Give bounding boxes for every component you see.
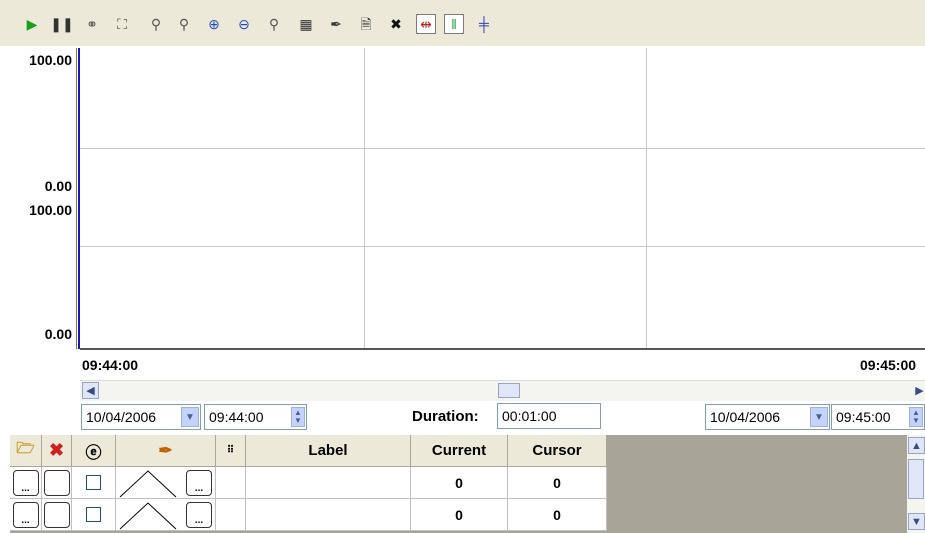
trend-plot[interactable] bbox=[0, 46, 925, 350]
label-cell[interactable] bbox=[246, 499, 411, 531]
current-cell: 0 bbox=[411, 467, 508, 499]
visible-checkbox[interactable] bbox=[86, 507, 101, 522]
end-date-value: 10/04/2006 bbox=[710, 409, 781, 425]
y-axis-marker bbox=[78, 48, 80, 349]
table-row[interactable]: ... bbox=[10, 499, 42, 531]
duration-value: 00:01:00 bbox=[502, 408, 557, 424]
pen-style-cell[interactable]: ... bbox=[116, 499, 216, 531]
scroll-down-icon[interactable]: ▼ bbox=[908, 513, 925, 530]
pen-style-button[interactable]: ... bbox=[186, 501, 212, 528]
y-min-label-lower: 0.00 bbox=[44, 326, 72, 342]
current-cell: 0 bbox=[411, 499, 508, 531]
delete-icon[interactable]: ✖ bbox=[386, 14, 406, 34]
format-icon[interactable]: ⠿ bbox=[216, 435, 246, 467]
line-style-icon bbox=[119, 501, 177, 529]
zoom-x-icon[interactable]: ⚲ bbox=[146, 14, 166, 34]
table-row[interactable] bbox=[42, 499, 72, 531]
visible-checkbox-cell[interactable] bbox=[72, 499, 116, 531]
chevron-down-icon[interactable]: ▼ bbox=[181, 407, 199, 427]
pen-style-button[interactable]: ... bbox=[186, 469, 212, 496]
x-start-label: 09:44:00 bbox=[82, 357, 139, 373]
pen-color-icon[interactable]: ✒ bbox=[116, 435, 216, 467]
zoom-area-icon[interactable]: ⛶ bbox=[112, 14, 132, 34]
play-icon[interactable]: ▶ bbox=[22, 14, 42, 34]
pen-style-cell[interactable]: ... bbox=[116, 467, 216, 499]
visible-checkbox[interactable] bbox=[86, 475, 101, 490]
pen-icon[interactable]: ✒ bbox=[326, 14, 346, 34]
zoom-y-icon[interactable]: ⚲ bbox=[174, 14, 194, 34]
pause-icon[interactable]: ❚❚ bbox=[50, 14, 73, 34]
scroll-right-icon[interactable]: ▶ bbox=[911, 382, 925, 399]
label-cell[interactable] bbox=[246, 467, 411, 499]
start-time-value: 09:44:00 bbox=[209, 409, 264, 425]
column-header-label[interactable]: Label bbox=[246, 435, 411, 467]
grid-line bbox=[646, 48, 647, 348]
scroll-left-icon[interactable]: ◀ bbox=[82, 382, 99, 399]
duration-label: Duration: bbox=[412, 408, 479, 425]
line-style-icon bbox=[119, 469, 177, 497]
grid-icon[interactable]: ▦ bbox=[296, 14, 316, 34]
grid-line bbox=[364, 48, 365, 348]
grid-line bbox=[80, 148, 925, 149]
format-cell[interactable] bbox=[216, 467, 246, 499]
x-end-label: 09:45:00 bbox=[860, 357, 917, 373]
duration-field[interactable]: 00:01:00 bbox=[497, 403, 601, 429]
browse-button[interactable]: ... bbox=[12, 501, 39, 528]
visibility-icon[interactable]: ⓔ bbox=[72, 435, 116, 467]
cursor-icon[interactable]: ‖ bbox=[444, 14, 464, 34]
spinner-icon[interactable]: ▲ ▼ bbox=[909, 407, 923, 427]
start-date-picker[interactable]: 10/04/2006 ▼ bbox=[81, 404, 201, 430]
toolbar: ▶ ❚❚ ⚭ ⛶ ⚲ ⚲ ⊕ ⊖ ⚲ ▦ ✒ 🗎 ✖ ⇹ ‖ ╪ bbox=[0, 0, 925, 46]
y-max-label-upper: 100.00 bbox=[29, 52, 72, 68]
cursor-cell: 0 bbox=[508, 467, 607, 499]
zoom-in-icon[interactable]: ⊕ bbox=[204, 14, 224, 34]
cursor-range-icon[interactable]: ⇹ bbox=[416, 14, 436, 34]
y-max-label-lower: 100.00 bbox=[29, 202, 72, 218]
column-header-current[interactable]: Current bbox=[411, 435, 508, 467]
y-min-label-upper: 0.00 bbox=[44, 178, 72, 194]
zoom-reset-icon[interactable]: ⚲ bbox=[264, 14, 284, 34]
zoom-out-icon[interactable]: ⊖ bbox=[234, 14, 254, 34]
cursor-cell: 0 bbox=[508, 499, 607, 531]
browse-button[interactable]: ... bbox=[12, 469, 39, 496]
start-time-spinner[interactable]: 09:44:00 ▲ ▼ bbox=[204, 404, 307, 430]
format-cell[interactable] bbox=[216, 499, 246, 531]
color-button[interactable] bbox=[43, 469, 70, 496]
y-axis-line bbox=[76, 48, 77, 349]
chevron-down-icon[interactable]: ▼ bbox=[810, 407, 828, 427]
table-row[interactable] bbox=[42, 467, 72, 499]
table-row[interactable]: ... bbox=[10, 467, 42, 499]
color-button[interactable] bbox=[43, 501, 70, 528]
end-time-spinner[interactable]: 09:45:00 ▲ ▼ bbox=[831, 404, 925, 430]
crosshair-icon[interactable]: ╪ bbox=[474, 14, 494, 34]
table-scrollbar[interactable]: ▲ ▼ bbox=[907, 435, 925, 533]
start-date-value: 10/04/2006 bbox=[86, 409, 157, 425]
time-scrollbar[interactable]: ◀ ▶ bbox=[80, 380, 925, 401]
column-header-cursor[interactable]: Cursor bbox=[508, 435, 607, 467]
delete-icon[interactable]: ✖ bbox=[42, 435, 72, 467]
open-folder-icon[interactable]: 🗁 bbox=[10, 435, 42, 467]
grid-line bbox=[80, 246, 925, 247]
x-axis-line bbox=[80, 348, 925, 350]
scroll-thumb[interactable] bbox=[908, 459, 924, 499]
scroll-up-icon[interactable]: ▲ bbox=[908, 437, 925, 454]
document-icon[interactable]: 🗎 bbox=[356, 14, 376, 34]
spinner-icon[interactable]: ▲ ▼ bbox=[291, 407, 305, 427]
connect-icon[interactable]: ⚭ bbox=[82, 14, 102, 34]
scroll-thumb[interactable] bbox=[498, 383, 520, 398]
visible-checkbox-cell[interactable] bbox=[72, 467, 116, 499]
end-date-picker[interactable]: 10/04/2006 ▼ bbox=[705, 404, 830, 430]
end-time-value: 09:45:00 bbox=[836, 409, 891, 425]
pen-table: 🗁 ✖ ⓔ ✒ ⠿ Label Current Cursor ... ... 0… bbox=[10, 435, 925, 533]
